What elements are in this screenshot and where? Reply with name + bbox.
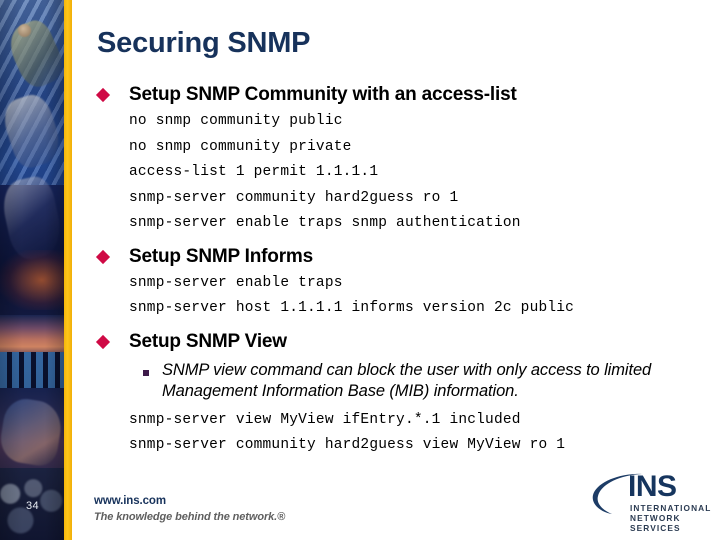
sub-bullet-item-view-note: SNMP view command can block the user wit… xyxy=(72,360,720,402)
code-line: snmp-server view MyView ifEntry.*.1 incl… xyxy=(129,411,521,428)
bullet-item-informs: Setup SNMP Informs xyxy=(72,245,720,269)
code-line: no snmp community public xyxy=(129,113,343,129)
bullet-item-view: Setup SNMP View xyxy=(72,330,720,354)
slide-content: Securing SNMP Setup SNMP Community with … xyxy=(72,0,720,540)
ins-logo: INS INTERNATIONAL NETWORK SERVICES xyxy=(588,470,712,533)
code-line: no snmp community private xyxy=(129,138,352,155)
code-line: snmp-server enable traps xyxy=(129,274,343,291)
logo-subtitle-line-1: INTERNATIONAL xyxy=(630,503,712,513)
diamond-bullet-icon xyxy=(95,249,111,264)
slide: 34 Securing SNMP Setup SNMP Community wi… xyxy=(0,0,720,540)
sub-bullet-text: SNMP view command can block the user wit… xyxy=(162,360,652,400)
bullet-heading: Setup SNMP Community with an access-list xyxy=(129,84,517,105)
band-vignette xyxy=(0,0,64,540)
code-line: snmp-server community hard2guess view My… xyxy=(129,437,566,453)
diamond-bullet-icon xyxy=(95,334,111,349)
code-line: snmp-server enable traps snmp authentica… xyxy=(129,215,521,231)
code-line: snmp-server community hard2guess ro 1 xyxy=(129,189,459,206)
decorative-photo-band: 34 xyxy=(0,0,64,540)
slide-body: Setup SNMP Community with an access-list… xyxy=(72,83,720,467)
page-number: 34 xyxy=(26,500,40,512)
square-bullet-icon xyxy=(143,369,149,376)
code-line: access-list 1 permit 1.1.1.1 xyxy=(129,164,379,180)
bullet-item-community: Setup SNMP Community with an access-list xyxy=(72,83,720,107)
page-title: Securing SNMP xyxy=(97,27,311,59)
code-block-community: no snmp community public no snmp communi… xyxy=(72,109,720,237)
bullet-heading: Setup SNMP Informs xyxy=(129,245,313,267)
bullet-heading: Setup SNMP View xyxy=(129,330,287,352)
logo-wordmark: INS xyxy=(628,470,677,503)
code-line: snmp-server host 1.1.1.1 informs version… xyxy=(129,300,575,316)
gold-accent-stripe xyxy=(64,0,72,540)
footer-tagline: The knowledge behind the network.® xyxy=(94,511,286,523)
code-block-informs: snmp-server enable traps snmp-server hos… xyxy=(72,271,720,322)
diamond-bullet-icon xyxy=(95,87,111,103)
logo-subtitle-line-2: NETWORK SERVICES xyxy=(630,513,681,533)
footer-url: www.ins.com xyxy=(94,495,166,507)
code-block-view: snmp-server view MyView ifEntry.*.1 incl… xyxy=(72,408,720,459)
